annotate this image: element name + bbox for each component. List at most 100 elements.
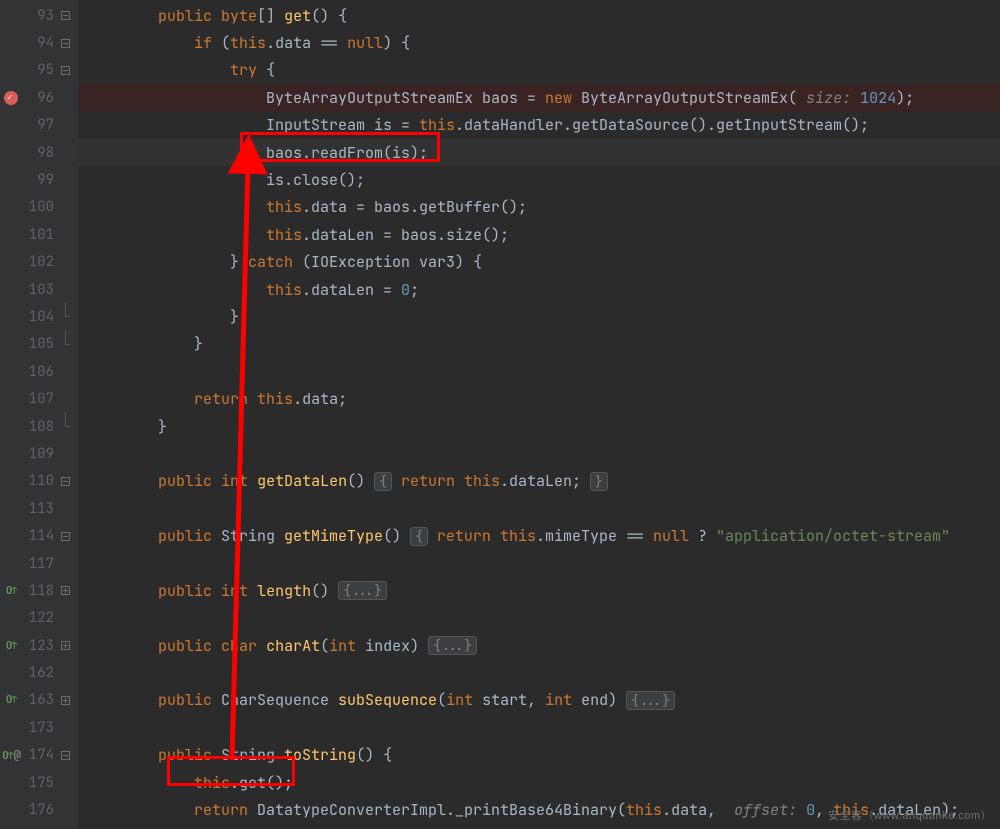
code-line[interactable]: InputStream is = this.dataHandler.getDat…: [78, 112, 1000, 139]
line-number[interactable]: 102: [22, 253, 56, 271]
fold-open-icon[interactable]: [61, 11, 70, 20]
gutter-row[interactable]: 94: [0, 29, 78, 56]
gutter-row[interactable]: 175: [0, 769, 78, 796]
line-number[interactable]: 113: [22, 500, 56, 518]
gutter-row[interactable]: 98: [0, 139, 78, 166]
code-line[interactable]: public String toString() {: [78, 742, 1000, 769]
gutter-row[interactable]: 102: [0, 249, 78, 276]
code-line[interactable]: [78, 605, 1000, 632]
gutter-row[interactable]: 103: [0, 276, 78, 303]
fold-column[interactable]: [56, 751, 74, 760]
override-up-icon[interactable]: O↑: [6, 693, 17, 707]
gutter-row[interactable]: 173: [0, 714, 78, 741]
gutter-row[interactable]: 106: [0, 358, 78, 385]
code-line[interactable]: this.dataLen = 0;: [78, 276, 1000, 303]
gutter-row[interactable]: 96: [0, 84, 78, 111]
override-up-icon[interactable]: O↑: [6, 584, 17, 598]
line-number[interactable]: 123: [22, 637, 56, 655]
line-number[interactable]: 117: [22, 555, 56, 573]
gutter-row[interactable]: 113: [0, 495, 78, 522]
gutter-row[interactable]: 176: [0, 796, 78, 823]
code-line[interactable]: is.close();: [78, 166, 1000, 193]
line-number[interactable]: 104: [22, 308, 56, 326]
gutter-row[interactable]: 108: [0, 413, 78, 440]
override-up-icon[interactable]: O↑: [6, 639, 17, 653]
fold-closed-icon[interactable]: [61, 586, 70, 595]
code-line[interactable]: [78, 495, 1000, 522]
fold-closed-icon[interactable]: [61, 641, 70, 650]
code-line[interactable]: baos.readFrom(is);: [78, 139, 1000, 166]
gutter-row[interactable]: 101: [0, 221, 78, 248]
line-number[interactable]: 95: [22, 61, 56, 79]
line-number[interactable]: 110: [22, 472, 56, 490]
line-number[interactable]: 94: [22, 34, 56, 52]
fold-open-icon[interactable]: [61, 66, 70, 75]
fold-column[interactable]: [56, 477, 74, 486]
fold-column[interactable]: [56, 11, 74, 20]
line-number[interactable]: 118: [22, 582, 56, 600]
code-line[interactable]: } catch (IOException var3) {: [78, 249, 1000, 276]
line-number[interactable]: 93: [22, 7, 56, 25]
code-line[interactable]: public char charAt(int index) {...}: [78, 632, 1000, 659]
code-line[interactable]: public int getDataLen() { return this.da…: [78, 468, 1000, 495]
gutter-row[interactable]: O↑@174: [0, 742, 78, 769]
code-area[interactable]: public byte[] get() { if (this.data == n…: [78, 0, 1000, 829]
fold-open-icon[interactable]: [61, 39, 70, 48]
fold-closed-icon[interactable]: [61, 696, 70, 705]
line-number[interactable]: 114: [22, 527, 56, 545]
code-line[interactable]: public CharSequence subSequence(int star…: [78, 687, 1000, 714]
code-line[interactable]: this.data = baos.getBuffer();: [78, 194, 1000, 221]
gutter-row[interactable]: O↑163: [0, 687, 78, 714]
gutter-row[interactable]: 109: [0, 440, 78, 467]
line-number[interactable]: 105: [22, 335, 56, 353]
code-line[interactable]: [78, 659, 1000, 686]
code-line[interactable]: [78, 358, 1000, 385]
fold-open-icon[interactable]: [61, 751, 70, 760]
code-line[interactable]: this.dataLen = baos.size();: [78, 221, 1000, 248]
gutter-row[interactable]: 104: [0, 303, 78, 330]
code-line[interactable]: [78, 550, 1000, 577]
code-line[interactable]: public String getMimeType() { return thi…: [78, 522, 1000, 549]
line-number[interactable]: 99: [22, 171, 56, 189]
code-line[interactable]: ByteArrayOutputStreamEx baos = new ByteA…: [78, 84, 1000, 111]
override-up-at-icon[interactable]: O↑@: [2, 747, 20, 763]
gutter-row[interactable]: 100: [0, 194, 78, 221]
gutter-row[interactable]: 105: [0, 331, 78, 358]
fold-column[interactable]: [56, 312, 74, 321]
line-number[interactable]: 100: [22, 198, 56, 216]
line-number[interactable]: 97: [22, 116, 56, 134]
line-number[interactable]: 108: [22, 418, 56, 436]
gutter-row[interactable]: O↑ 118: [0, 577, 78, 604]
line-number[interactable]: 176: [22, 801, 56, 819]
line-number[interactable]: 107: [22, 390, 56, 408]
fold-column[interactable]: [56, 340, 74, 349]
line-number[interactable]: 109: [22, 445, 56, 463]
line-number[interactable]: 122: [22, 609, 56, 627]
gutter-row[interactable]: 114: [0, 522, 78, 549]
line-number[interactable]: 96: [22, 89, 56, 107]
gutter-row[interactable]: 95: [0, 57, 78, 84]
fold-column[interactable]: [56, 66, 74, 75]
line-number[interactable]: 106: [22, 363, 56, 381]
fold-open-icon[interactable]: [61, 532, 70, 541]
code-line[interactable]: try {: [78, 57, 1000, 84]
line-number[interactable]: 162: [22, 664, 56, 682]
gutter-row[interactable]: 107: [0, 385, 78, 412]
gutter-row[interactable]: O↑ 123: [0, 632, 78, 659]
code-line[interactable]: public int length() {...}: [78, 577, 1000, 604]
gutter-row[interactable]: 162: [0, 659, 78, 686]
code-line[interactable]: }: [78, 303, 1000, 330]
gutter-row[interactable]: 117: [0, 550, 78, 577]
code-line[interactable]: [78, 714, 1000, 741]
fold-column[interactable]: [56, 586, 74, 595]
gutter-row[interactable]: 97: [0, 112, 78, 139]
code-editor[interactable]: 93 94 95 96 97 98 99 100 101 102 103 104 105 106 107 10…: [0, 0, 1000, 829]
line-number[interactable]: 174: [22, 746, 56, 764]
line-number[interactable]: 103: [22, 281, 56, 299]
breakpoint-icon[interactable]: [4, 91, 18, 105]
fold-column[interactable]: [56, 422, 74, 431]
line-number[interactable]: 101: [22, 226, 56, 244]
code-line[interactable]: return this.data;: [78, 385, 1000, 412]
code-line[interactable]: }: [78, 413, 1000, 440]
line-number[interactable]: 175: [22, 774, 56, 792]
